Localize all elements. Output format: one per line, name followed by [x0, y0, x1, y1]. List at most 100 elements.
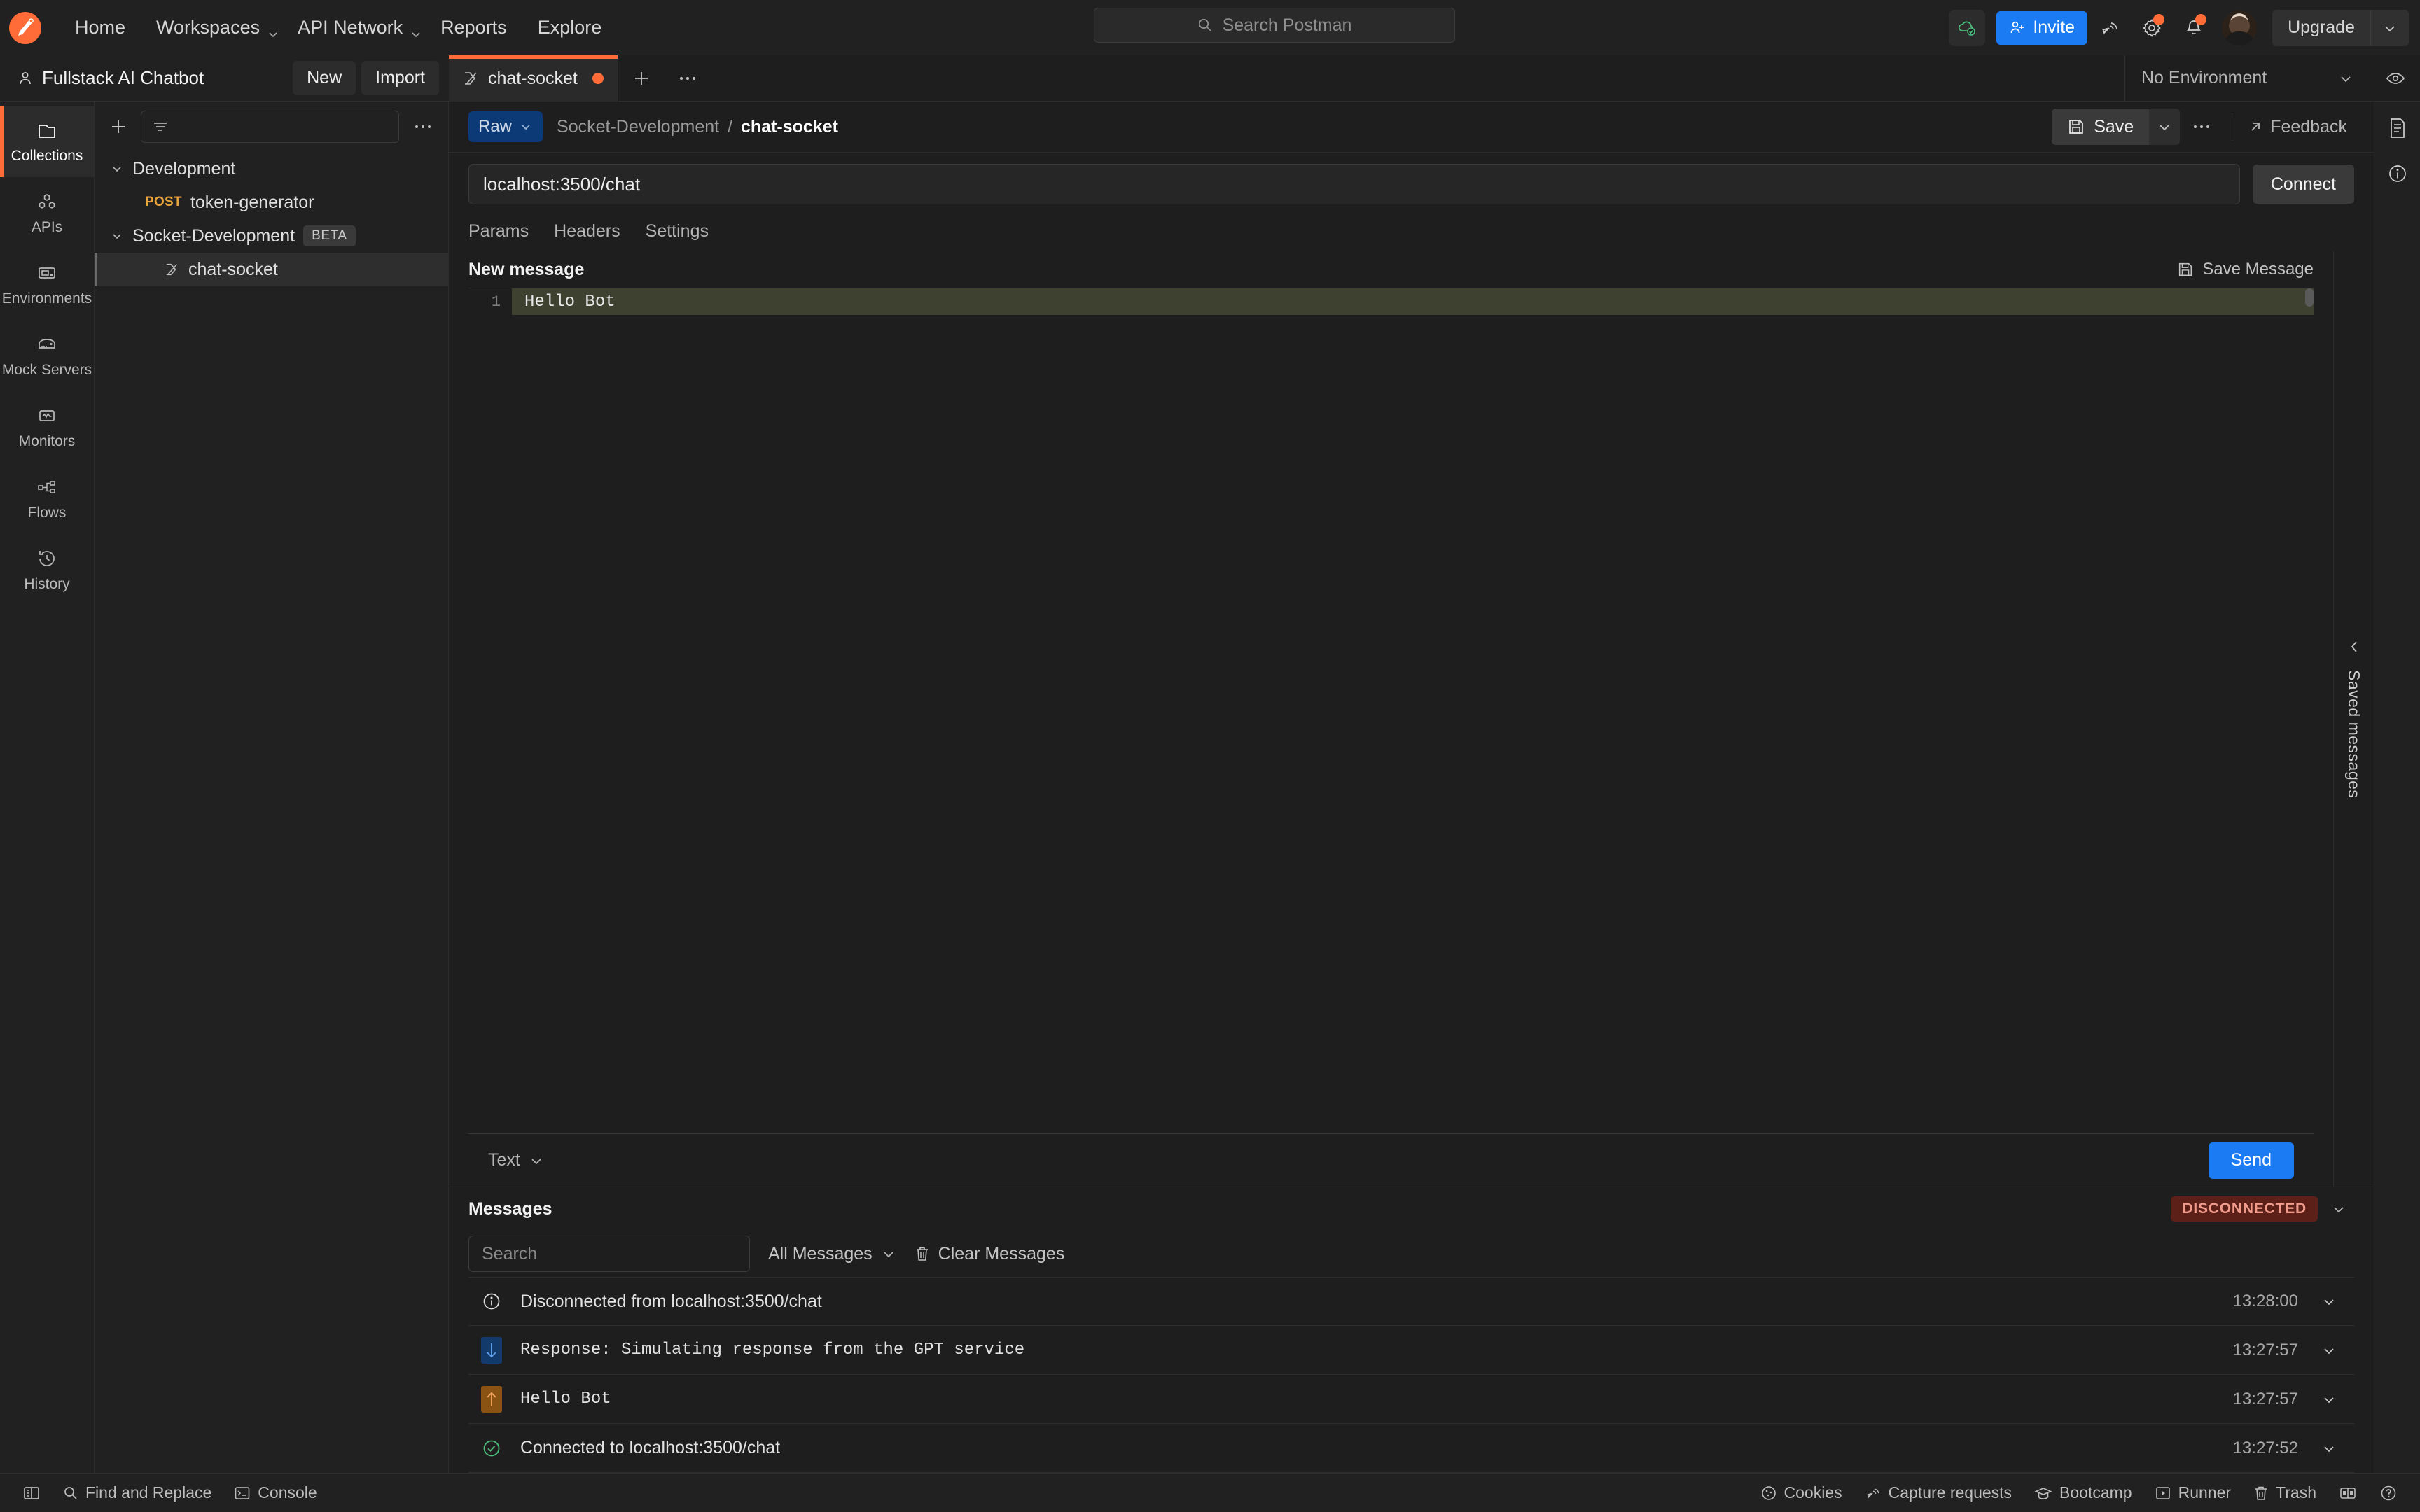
clear-messages-button[interactable]: Clear Messages: [915, 1244, 1064, 1264]
postman-logo-icon[interactable]: [9, 11, 41, 44]
message-row-disconnected[interactable]: Disconnected from localhost:3500/chat 13…: [468, 1277, 2354, 1326]
connect-button[interactable]: Connect: [2252, 164, 2354, 204]
composer-header: New message Save Message: [449, 251, 2333, 288]
tree-item-development[interactable]: Development: [95, 152, 448, 186]
tree-item-label: token-generator: [190, 192, 314, 212]
sidebar-filter-input[interactable]: [141, 111, 399, 143]
messages-collapse-button[interactable]: [2323, 1200, 2354, 1217]
tab-options-button[interactable]: [665, 55, 711, 102]
sidebar-toggle-icon[interactable]: [11, 1485, 52, 1502]
new-tab-button[interactable]: [618, 55, 665, 102]
sidebar-more-button[interactable]: [409, 124, 437, 130]
search-input[interactable]: [468, 1236, 750, 1272]
sidebar-item-monitors[interactable]: Monitors: [0, 391, 94, 463]
tree-item-socket-development[interactable]: Socket-Development BETA: [95, 219, 448, 253]
tab-chat-socket[interactable]: chat-socket: [449, 55, 618, 102]
info-circle-icon[interactable]: [2387, 163, 2408, 184]
upgrade-button[interactable]: Upgrade: [2272, 9, 2409, 46]
tree-item-token-generator[interactable]: POST token-generator: [95, 186, 448, 219]
sidebar-item-flows[interactable]: Flows: [0, 463, 94, 534]
invite-button[interactable]: Invite: [1996, 10, 2088, 45]
avatar[interactable]: [2222, 10, 2258, 46]
nav-item-label: Workspaces: [156, 17, 260, 38]
chevron-down-icon[interactable]: [2314, 1391, 2344, 1408]
flows-icon: [36, 476, 58, 498]
saved-messages-panel-toggle[interactable]: Saved messages: [2333, 251, 2374, 1186]
tab-params[interactable]: Params: [468, 211, 541, 251]
chevron-left-icon[interactable]: [2346, 639, 2362, 654]
tree-item-label: Development: [132, 158, 236, 178]
find-and-replace-label: Find and Replace: [85, 1483, 212, 1502]
send-button[interactable]: Send: [2208, 1142, 2294, 1179]
new-button[interactable]: New: [293, 61, 356, 95]
console-button[interactable]: Console: [223, 1483, 328, 1502]
protocol-select[interactable]: Raw: [468, 111, 543, 142]
satellite-icon[interactable]: [2090, 8, 2129, 48]
message-format-select[interactable]: Text: [488, 1150, 544, 1170]
global-search-bar[interactable]: Search Postman: [1094, 8, 1455, 43]
sidebar-item-collections[interactable]: Collections: [0, 106, 94, 177]
editor-line[interactable]: 1 Hello Bot: [468, 288, 2314, 315]
request-more-button[interactable]: [2180, 108, 2223, 145]
cloud-check-icon[interactable]: [1949, 9, 1986, 46]
bootcamp-button[interactable]: Bootcamp: [2023, 1483, 2143, 1502]
messages-filter-select[interactable]: All Messages: [768, 1244, 896, 1264]
message-row-sent[interactable]: Hello Bot 13:27:57: [468, 1375, 2354, 1424]
bell-icon[interactable]: [2174, 8, 2213, 48]
status-bar: Find and Replace Console Cookies Capture…: [0, 1473, 2420, 1512]
save-button[interactable]: Save: [2052, 108, 2150, 145]
nav-item-explore[interactable]: Explore: [522, 11, 618, 44]
chevron-down-icon[interactable]: [2314, 1342, 2344, 1359]
url-input[interactable]: [468, 164, 2240, 204]
gear-icon[interactable]: [2132, 8, 2171, 48]
environment-select[interactable]: No Environment: [2125, 68, 2371, 88]
bootcamp-label: Bootcamp: [2059, 1483, 2132, 1502]
request-header: Raw Socket-Development / chat-socket Sav…: [449, 102, 2374, 153]
cookies-button[interactable]: Cookies: [1749, 1483, 1854, 1502]
save-message-button[interactable]: Save Message: [2177, 260, 2314, 279]
save-options-button[interactable]: [2149, 108, 2181, 145]
sidebar-item-mock-servers[interactable]: Mock Servers: [0, 320, 94, 391]
workspace-buttons: New Import: [293, 61, 439, 95]
layout-icon[interactable]: [2328, 1485, 2368, 1501]
sidebar-item-apis[interactable]: APIs: [0, 177, 94, 248]
message-row-received[interactable]: Response: Simulating response from the G…: [468, 1326, 2354, 1375]
editor-scrollbar[interactable]: [2305, 288, 2314, 307]
tab-headers[interactable]: Headers: [541, 211, 633, 251]
nav-item-workspaces[interactable]: Workspaces: [141, 11, 282, 44]
chevron-down-icon[interactable]: [2314, 1293, 2344, 1310]
tab-strip: chat-socket No Environment: [449, 55, 2420, 102]
breadcrumb-parent[interactable]: Socket-Development: [557, 117, 719, 137]
runner-button[interactable]: Runner: [2143, 1483, 2242, 1502]
documentation-icon[interactable]: [2387, 117, 2408, 139]
help-circle-icon[interactable]: [2368, 1484, 2409, 1502]
cookies-label: Cookies: [1783, 1483, 1842, 1502]
trash-button[interactable]: Trash: [2242, 1483, 2328, 1502]
import-button[interactable]: Import: [361, 61, 439, 95]
workspace-name[interactable]: Fullstack AI Chatbot: [42, 67, 204, 89]
tab-settings[interactable]: Settings: [633, 211, 721, 251]
chevron-down-icon[interactable]: [2314, 1440, 2344, 1457]
find-and-replace-button[interactable]: Find and Replace: [52, 1483, 223, 1502]
tree-item-chat-socket[interactable]: chat-socket: [95, 253, 448, 286]
message-body-editor[interactable]: 1 Hello Bot: [468, 288, 2314, 1133]
feedback-button[interactable]: Feedback: [2241, 117, 2354, 137]
sidebar-item-environments[interactable]: Environments: [0, 248, 94, 320]
nav-item-api-network[interactable]: API Network: [282, 11, 425, 44]
environment-quick-look-button[interactable]: [2371, 71, 2420, 86]
sidebar-item-history[interactable]: History: [0, 534, 94, 606]
capture-requests-button[interactable]: Capture requests: [1854, 1483, 2023, 1502]
chevron-down-icon[interactable]: [110, 162, 124, 176]
sidebar-item-label: APIs: [31, 218, 63, 235]
apis-icon: [36, 190, 58, 213]
environments-icon: [36, 262, 58, 284]
message-row-connected[interactable]: Connected to localhost:3500/chat 13:27:5…: [468, 1424, 2354, 1473]
chevron-down-icon[interactable]: [110, 229, 124, 243]
chevron-down-icon[interactable]: [2371, 20, 2409, 36]
nav-item-home[interactable]: Home: [60, 11, 141, 44]
info-icon: [478, 1291, 505, 1312]
upgrade-label: Upgrade: [2288, 18, 2355, 37]
messages-toolbar: All Messages Clear Messages: [449, 1231, 2374, 1277]
create-new-button[interactable]: [106, 117, 131, 136]
nav-item-reports[interactable]: Reports: [425, 11, 522, 44]
